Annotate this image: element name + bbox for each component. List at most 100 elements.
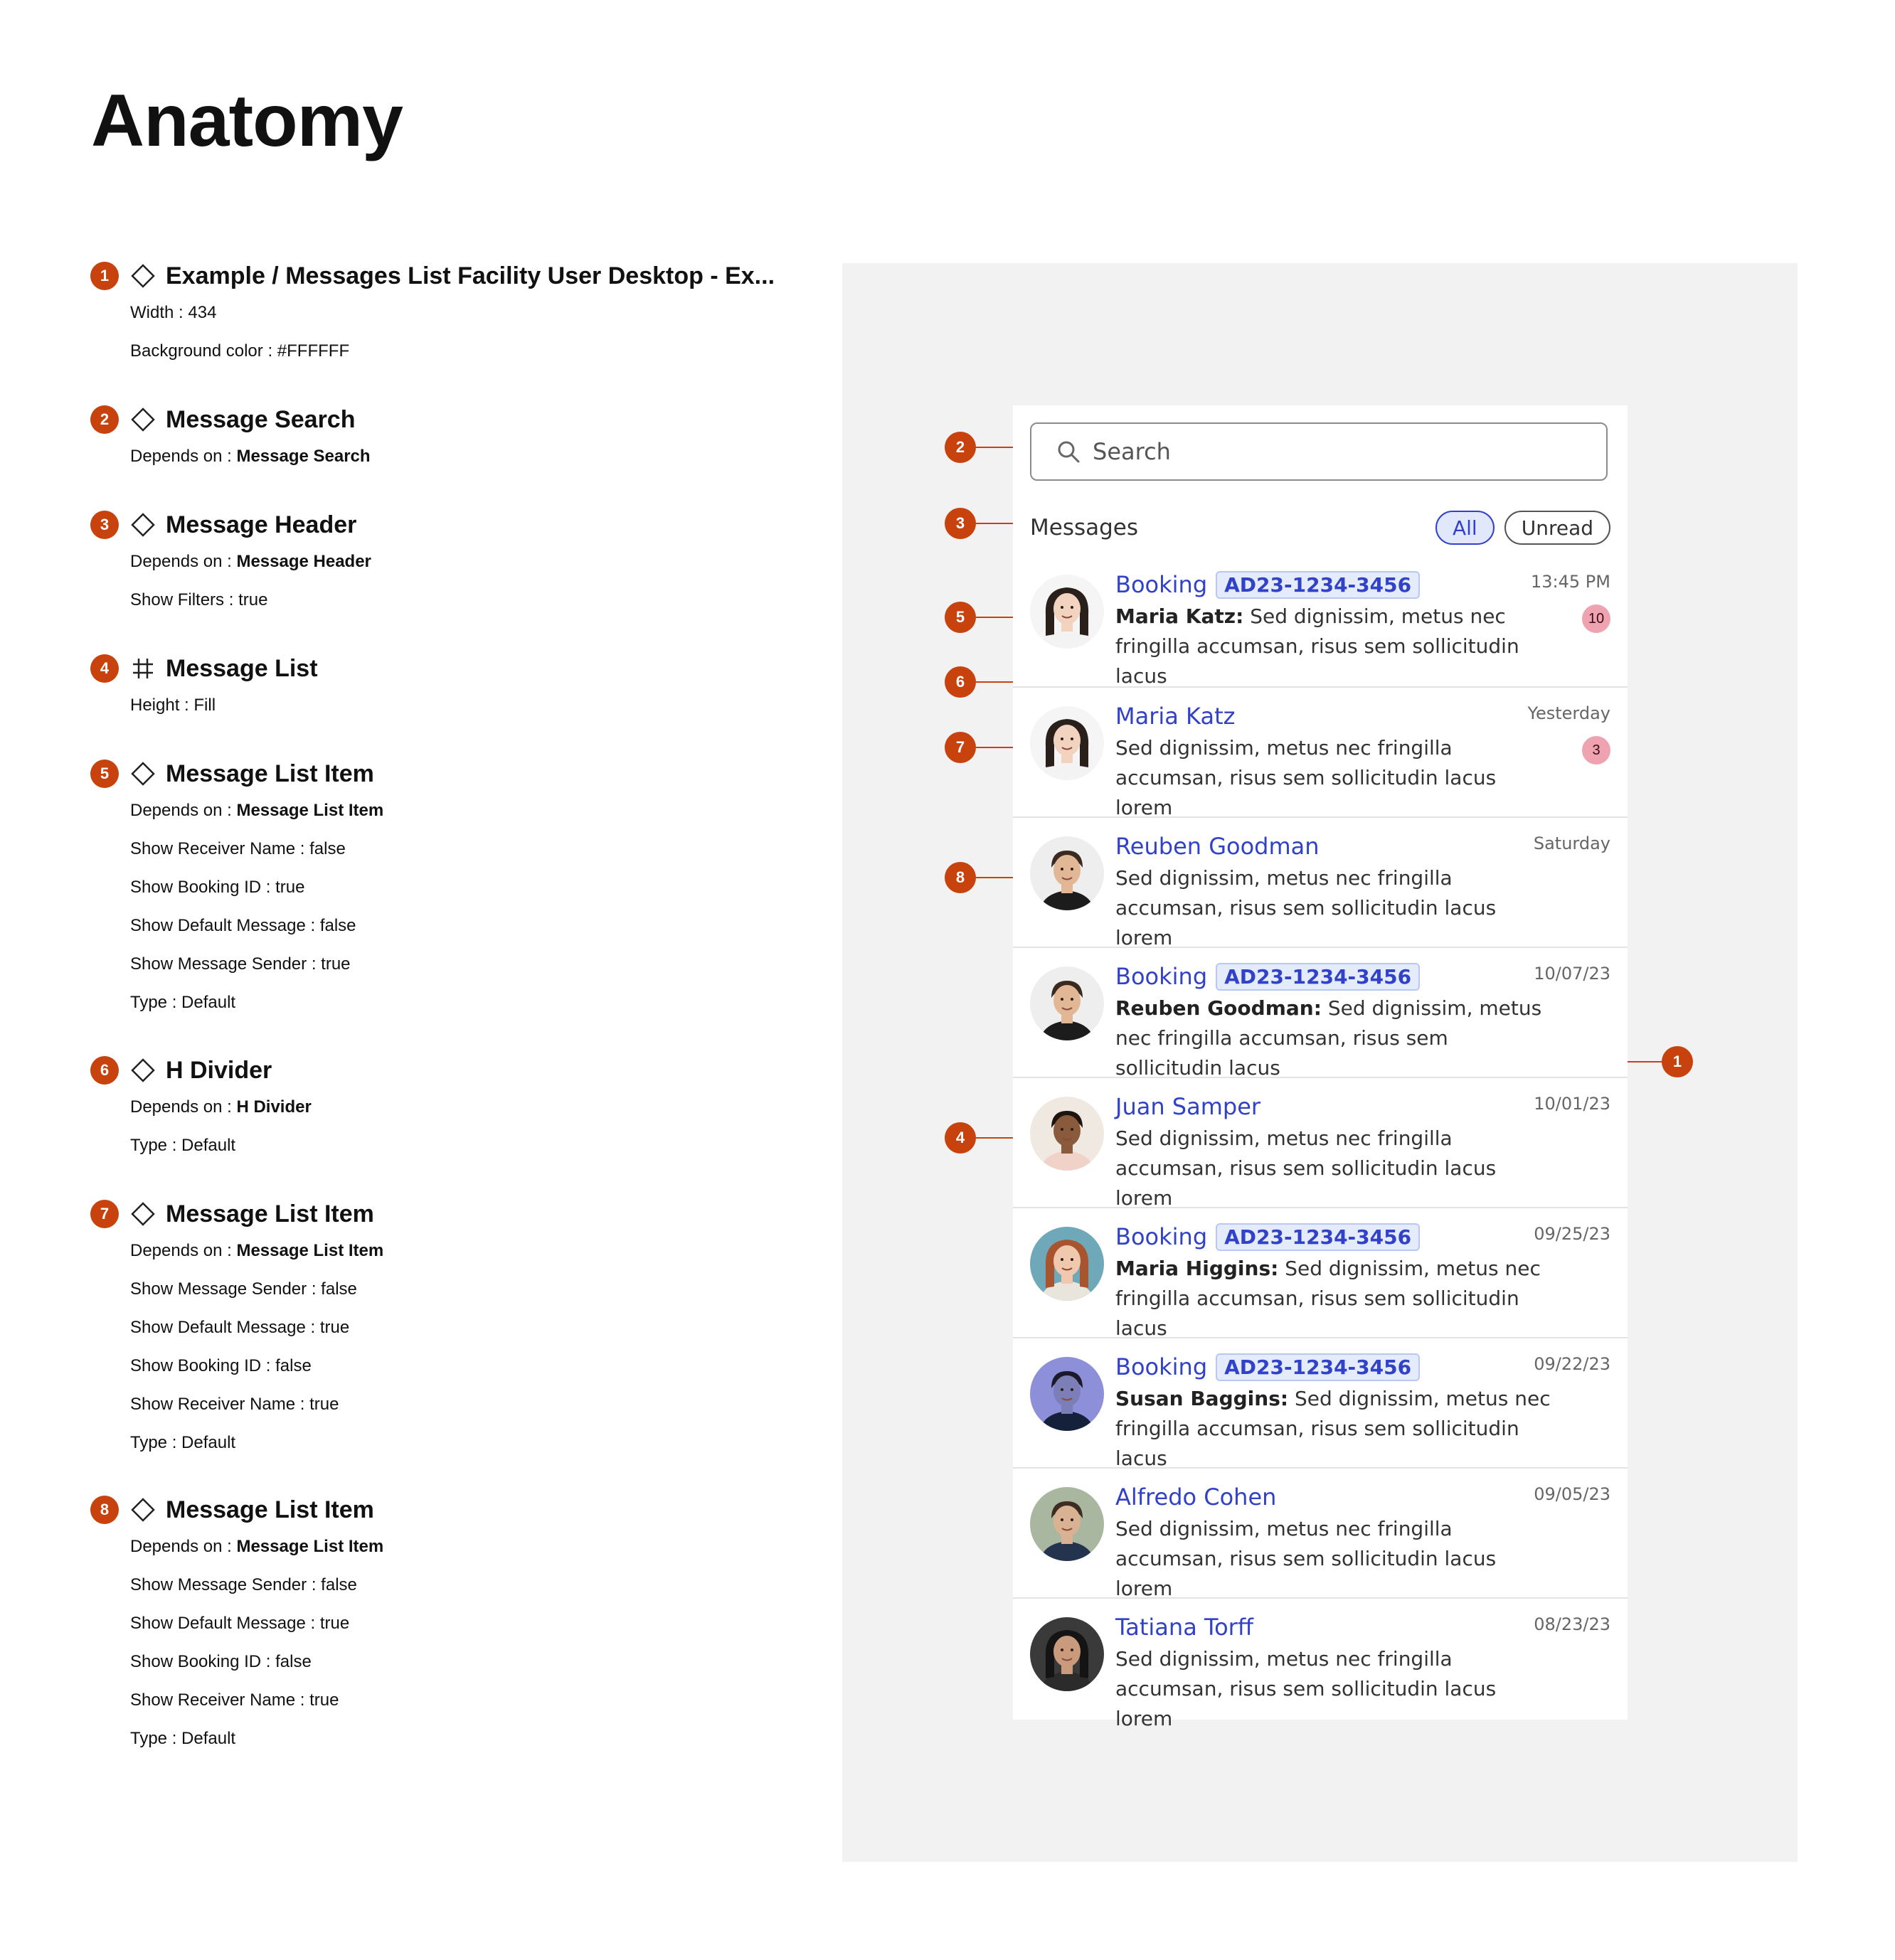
spec-property-value: #FFFFFF [277,341,350,361]
spec-property-separator: : [222,1537,237,1556]
spec-property: Show Message Sender : false [130,1279,787,1317]
spec-property: Depends on : Message List Item [130,1536,787,1575]
spec-property-separator: : [261,1652,276,1671]
spec-property: Type : Default [130,1135,787,1173]
avatar [1030,1097,1104,1171]
message-list-item[interactable]: Booking AD23-1234-3456 13:45 PM 10 Maria Kat… [1013,556,1628,688]
spec-property-key: Show Booking ID [130,1356,262,1375]
message-list-item[interactable]: Alfredo Cohen 09/05/23 Sed dignissim, metu… [1013,1467,1628,1600]
sender-spacer [1243,604,1250,628]
spec-property-value: Message List Item [236,1537,384,1556]
message-list-item[interactable]: Booking AD23-1234-3456 10/07/23 Reuben Good… [1013,947,1628,1080]
spec-header: 5 Message List Item [90,760,787,788]
receiver-name[interactable]: Maria Katz [1115,703,1235,730]
spec-header: 3 Message Header [90,511,787,539]
spec-property: Show Message Sender : true [130,954,787,992]
callout-leader-line [976,523,1013,524]
spec-header: 7 Message List Item [90,1200,787,1228]
message-title-line: Booking AD23-1234-3456 [1115,1351,1421,1383]
spec-property-value: false [321,1575,357,1594]
spec-title: Example / Messages List Facility User De… [166,262,775,289]
filter-all-chip[interactable]: All [1435,511,1495,545]
spec-property-separator: : [307,954,322,974]
spec-property-separator: : [222,552,237,571]
spec-property-key: Background color [130,341,263,361]
spec-property-key: Show Receiver Name [130,1395,296,1414]
message-list: Booking AD23-1234-3456 13:45 PM 10 Maria Kat… [1013,556,1628,1730]
spec-property-value: Default [181,993,236,1012]
spec-property: Show Filters : true [130,590,787,628]
message-title-line: Booking AD23-1234-3456 [1115,569,1421,600]
booking-label: Booking [1115,963,1208,990]
spec-property-key: Show Booking ID [130,878,262,897]
spec-property-value: Message List Item [236,1241,384,1260]
spec-property-separator: : [305,916,320,935]
spec-title: Message List [166,654,318,682]
message-title-line: Booking AD23-1234-3456 [1115,961,1421,992]
spec-header: 6 H Divider [90,1056,787,1085]
spec-property-separator: : [222,447,237,466]
callout-marker: 1 [1662,1046,1693,1077]
spec-property: Depends on : Message Search [130,446,787,484]
message-list-item[interactable]: Juan Samper 10/01/23 Sed dignissim, metus … [1013,1077,1628,1210]
spec-property: Show Receiver Name : true [130,1690,787,1728]
message-text: Sed dignissim, metus nec fringilla accum… [1115,1127,1497,1210]
message-timestamp: 09/22/23 [1534,1354,1610,1374]
spec-section: 3 Message Header Depends on : Message Head… [90,511,787,628]
spec-property-separator: : [262,341,277,361]
message-list-item[interactable]: Maria Katz Yesterday 3 Sed dignissim, metus… [1013,686,1628,819]
booking-id-tag[interactable]: AD23-1234-3456 [1216,962,1421,991]
filter-unread-chip[interactable]: Unread [1504,511,1610,545]
receiver-name[interactable]: Alfredo Cohen [1115,1484,1276,1511]
spec-property: Width : 434 [130,302,787,341]
booking-id-tag[interactable]: AD23-1234-3456 [1216,1223,1421,1251]
callout-marker: 6 [945,666,976,698]
spec-property-value: true [309,1690,339,1710]
message-preview: Susan Baggins: Sed dignissim, metus nec … [1115,1384,1556,1474]
spec-property-value: true [238,590,268,609]
message-timestamp: 09/25/23 [1534,1224,1610,1244]
booking-id-tag[interactable]: AD23-1234-3456 [1216,1353,1421,1381]
receiver-name[interactable]: Reuben Goodman [1115,833,1320,860]
message-title-line: Tatiana Torff [1115,1612,1253,1643]
spec-section: 5 Message List Item Depends on : Message L… [90,760,787,1030]
component-diamond-icon [129,1200,157,1228]
message-list-item[interactable]: Booking AD23-1234-3456 09/22/23 Susan Baggi… [1013,1337,1628,1470]
spec-property-key: Show Message Sender [130,1279,307,1299]
spec-property-value: false [321,1279,357,1299]
spec-title: H Divider [166,1056,272,1084]
spec-property-key: Width [130,303,174,322]
spec-property-separator: : [307,1575,322,1594]
message-preview: Sed dignissim, metus nec fringilla accum… [1115,1124,1556,1213]
message-list-item[interactable]: Reuben Goodman Saturday Sed dignissim, met… [1013,816,1628,949]
avatar [1030,575,1104,649]
spec-property-value: true [321,954,351,974]
avatar [1030,836,1104,910]
spec-property-key: Type [130,1729,168,1748]
message-list-item[interactable]: Tatiana Torff 08/23/23 Sed dignissim, metu… [1013,1597,1628,1730]
spec-title: Message Header [166,511,357,538]
spec-property-value: Fill [193,696,216,715]
message-list-item[interactable]: Booking AD23-1234-3456 09/25/23 Maria Higgi… [1013,1207,1628,1340]
page-title: Anatomy [91,80,403,162]
receiver-name[interactable]: Juan Samper [1115,1093,1260,1120]
spec-property-separator: : [167,1729,182,1748]
spec-header: 8 Message List Item [90,1496,787,1524]
booking-label: Booking [1115,571,1208,598]
spec-property-key: Show Default Message [130,916,306,935]
callout-marker: 5 [945,602,976,633]
spec-property-separator: : [305,1614,320,1633]
spec-property: Show Default Message : true [130,1317,787,1356]
search-input[interactable]: Search [1030,422,1608,481]
message-sender: Maria Katz: [1115,604,1244,628]
receiver-name[interactable]: Tatiana Torff [1115,1614,1253,1641]
spec-number-badge: 6 [90,1056,119,1085]
spec-property: Depends on : Message Header [130,551,787,590]
spec-section: 8 Message List Item Depends on : Message L… [90,1496,787,1767]
message-sender: Maria Higgins: [1115,1257,1279,1280]
component-diamond-icon [129,262,157,290]
message-title-line: Juan Samper [1115,1091,1260,1122]
message-title-line: Booking AD23-1234-3456 [1115,1221,1421,1252]
booking-id-tag[interactable]: AD23-1234-3456 [1216,570,1421,599]
spec-property-separator: : [261,878,276,897]
